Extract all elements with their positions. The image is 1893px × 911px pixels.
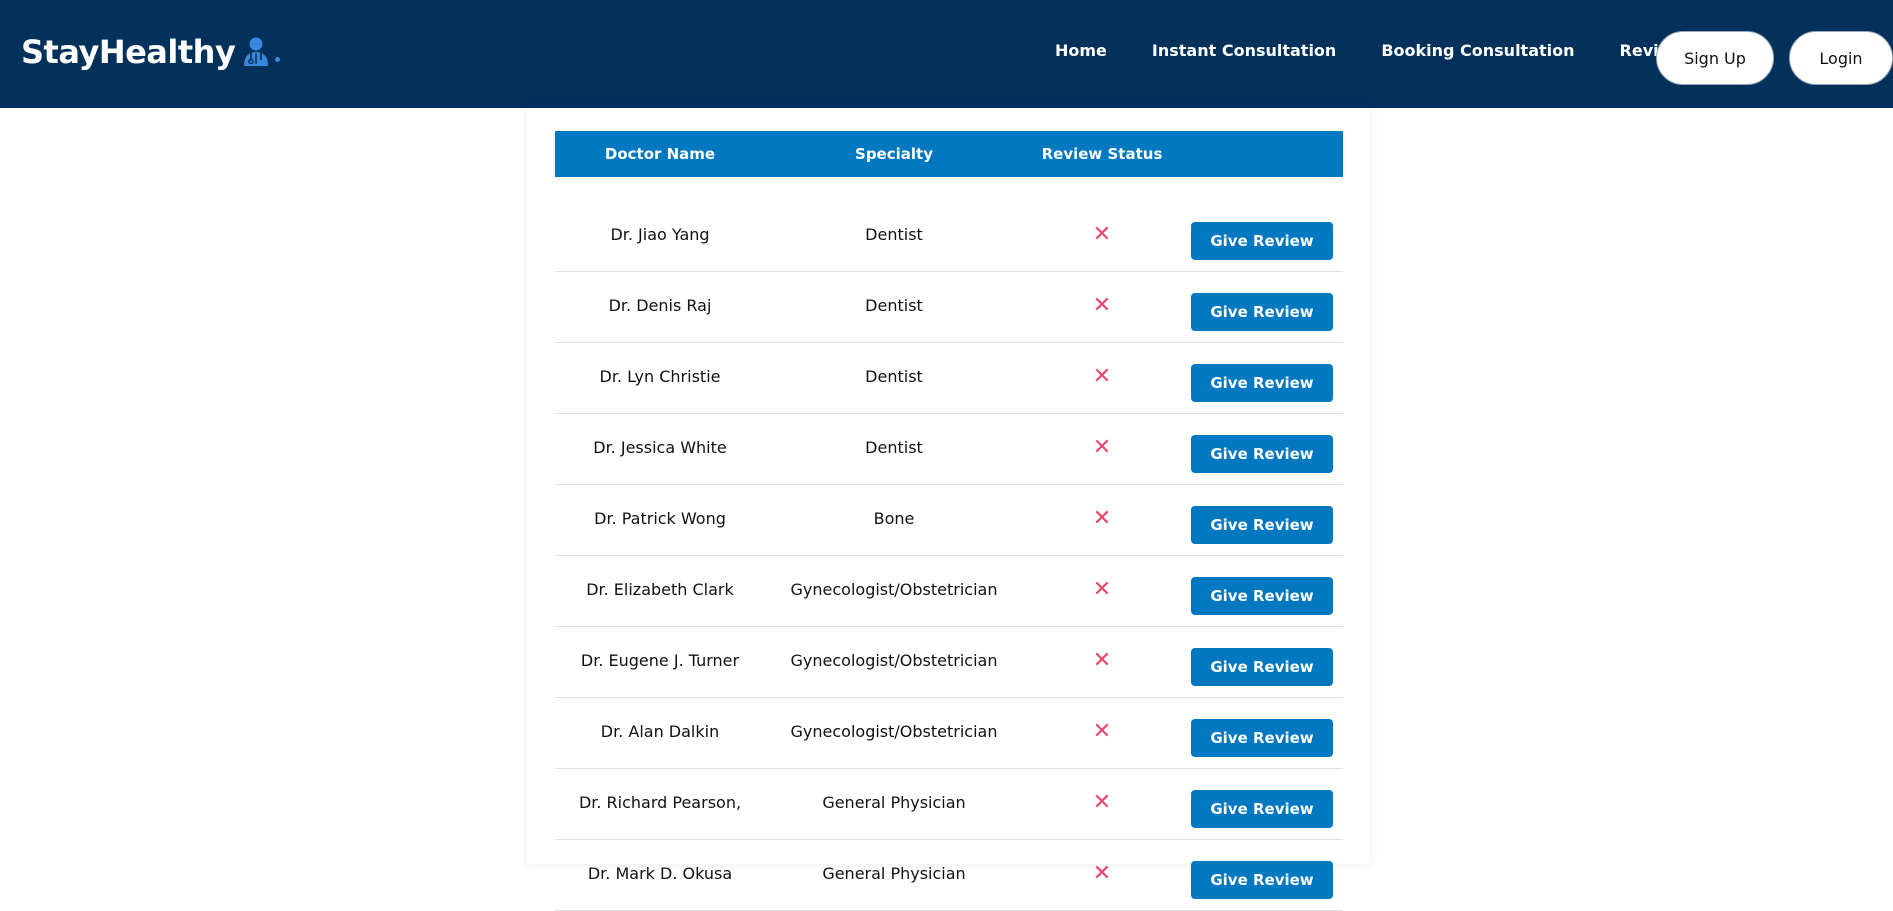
- cross-icon: ✕: [1092, 718, 1112, 744]
- doctor-specialty: General Physician: [822, 792, 966, 812]
- table-header: Doctor Name Specialty Review Status: [555, 131, 1343, 177]
- header-review-status: Review Status: [1041, 145, 1163, 163]
- doctor-icon: [241, 36, 271, 68]
- doctor-specialty: Gynecologist/Obstetrician: [790, 650, 998, 670]
- login-button[interactable]: Login: [1789, 31, 1893, 85]
- table-row: Dr. Jessica White Dentist ✕ Give Review: [555, 413, 1343, 485]
- doctor-specialty: Bone: [873, 508, 915, 528]
- doctor-specialty: Dentist: [865, 295, 923, 315]
- give-review-button[interactable]: Give Review: [1191, 222, 1333, 260]
- header-action: [1181, 131, 1343, 177]
- cross-icon: ✕: [1092, 505, 1112, 531]
- cross-icon: ✕: [1092, 860, 1112, 886]
- review-status: ✕: [1023, 697, 1181, 765]
- doctor-name: Dr. Jessica White: [593, 437, 727, 457]
- table-row: Dr. Eugene J. Turner Gynecologist/Obstetr…: [555, 626, 1343, 698]
- header-doctor-name: Doctor Name: [604, 145, 716, 163]
- table-row: Dr. Alan Dalkin Gynecologist/Obstetrician…: [555, 697, 1343, 769]
- give-review-button[interactable]: Give Review: [1191, 293, 1333, 331]
- doctor-name: Dr. Mark D. Okusa: [587, 863, 733, 883]
- brand-logo[interactable]: StayHealthy: [21, 33, 281, 71]
- cross-icon: ✕: [1092, 789, 1112, 815]
- review-status: ✕: [1023, 271, 1181, 339]
- table-row: Dr. Lyn Christie Dentist ✕ Give Review: [555, 342, 1343, 414]
- nav-links: Home Instant Consultation Booking Consul…: [1055, 0, 1739, 108]
- give-review-button[interactable]: Give Review: [1191, 648, 1333, 686]
- give-review-button[interactable]: Give Review: [1191, 435, 1333, 473]
- table-row: Dr. Patrick Wong Bone ✕ Give Review: [555, 484, 1343, 556]
- give-review-button[interactable]: Give Review: [1191, 364, 1333, 402]
- review-status: ✕: [1023, 626, 1181, 694]
- reviews-card: Doctor Name Specialty Review Status Dr. …: [527, 108, 1370, 911]
- cross-icon: ✕: [1092, 647, 1112, 673]
- doctor-name: Dr. Richard Pearson,: [578, 792, 742, 812]
- review-status: ✕: [1023, 342, 1181, 410]
- table-row: Dr. Richard Pearson, General Physician ✕ Gi…: [555, 768, 1343, 840]
- cross-icon: ✕: [1092, 434, 1112, 460]
- doctor-name: Dr. Alan Dalkin: [600, 721, 720, 741]
- brand-name: StayHealthy: [21, 33, 236, 71]
- doctor-name: Dr. Elizabeth Clark: [586, 579, 734, 599]
- doctor-name: Dr. Jiao Yang: [610, 224, 710, 244]
- nav-link-home[interactable]: Home: [1055, 41, 1107, 60]
- review-status: ✕: [1023, 200, 1181, 268]
- doctor-specialty: Dentist: [865, 437, 923, 457]
- table-row: Dr. Denis Raj Dentist ✕ Give Review: [555, 271, 1343, 343]
- table-row: Dr. Mark D. Okusa General Physician ✕ Give …: [555, 839, 1343, 911]
- cross-icon: ✕: [1092, 292, 1112, 318]
- doctor-name: Dr. Lyn Christie: [599, 366, 721, 386]
- brand-dot: [275, 57, 281, 62]
- cross-icon: ✕: [1092, 221, 1112, 247]
- review-status: ✕: [1023, 839, 1181, 907]
- doctor-name: Dr. Denis Raj: [608, 295, 712, 315]
- review-status: ✕: [1023, 768, 1181, 836]
- cross-icon: ✕: [1092, 363, 1112, 389]
- review-status: ✕: [1023, 555, 1181, 623]
- nav-link-instant-consultation[interactable]: Instant Consultation: [1152, 41, 1336, 60]
- navbar: StayHealthy Home Instant Consultation Bo…: [0, 0, 1893, 108]
- cross-icon: ✕: [1092, 576, 1112, 602]
- table-row: Dr. Jiao Yang Dentist ✕ Give Review: [555, 200, 1343, 272]
- review-status: ✕: [1023, 413, 1181, 481]
- give-review-button[interactable]: Give Review: [1191, 577, 1333, 615]
- doctor-specialty: Dentist: [865, 224, 923, 244]
- doctor-specialty: Dentist: [865, 366, 923, 386]
- doctor-name: Dr. Eugene J. Turner: [580, 650, 740, 670]
- review-status: ✕: [1023, 484, 1181, 552]
- give-review-button[interactable]: Give Review: [1191, 719, 1333, 757]
- give-review-button[interactable]: Give Review: [1191, 790, 1333, 828]
- doctor-name: Dr. Patrick Wong: [594, 508, 726, 528]
- table-row: Dr. Elizabeth Clark Gynecologist/Obstetri…: [555, 555, 1343, 627]
- header-specialty: Specialty: [855, 145, 933, 163]
- sign-up-button[interactable]: Sign Up: [1656, 31, 1774, 85]
- doctor-specialty: Gynecologist/Obstetrician: [790, 721, 998, 741]
- nav-link-booking-consultation[interactable]: Booking Consultation: [1381, 41, 1574, 60]
- give-review-button[interactable]: Give Review: [1191, 861, 1333, 899]
- doctor-specialty: General Physician: [822, 863, 966, 883]
- give-review-button[interactable]: Give Review: [1191, 506, 1333, 544]
- doctor-specialty: Gynecologist/Obstetrician: [790, 579, 998, 599]
